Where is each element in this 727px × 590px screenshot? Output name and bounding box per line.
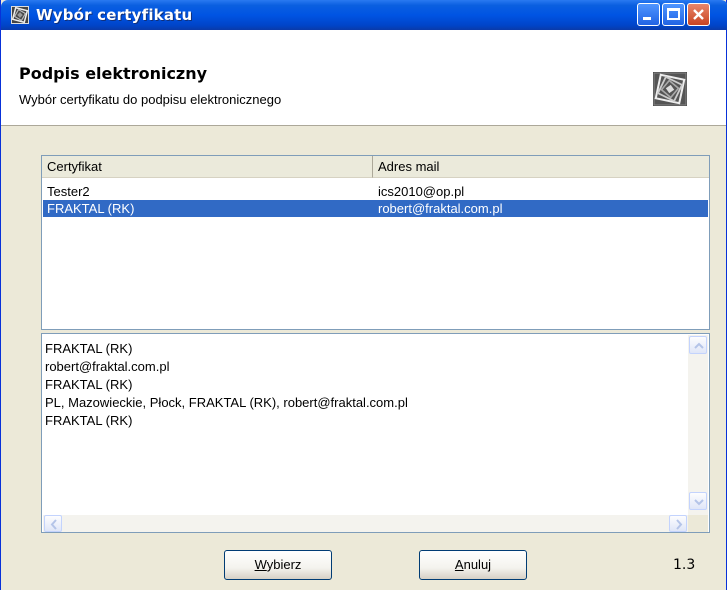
certificate-name: FRAKTAL (RK) [47,201,135,216]
list-row-selected[interactable]: FRAKTAL (RK) robert@fraktal.com.pl [43,200,708,217]
cancel-button[interactable]: Anuluj [419,550,527,580]
select-button[interactable]: Wybierz [224,550,332,580]
header-title: Podpis elektroniczny [19,64,208,83]
certificate-list[interactable]: Certyfikat Adres mail Tester2 ics2010@op… [41,155,710,330]
details-line: FRAKTAL (RK) [45,413,133,428]
app-icon [11,6,29,24]
cancel-button-mnemonic: A [454,557,464,572]
maximize-button[interactable] [662,3,685,26]
version-label: 1.3 [673,557,696,573]
certificate-details[interactable]: FRAKTAL (RK) robert@fraktal.com.pl FRAKT… [41,333,710,533]
select-button-mnemonic: W [254,557,267,572]
vertical-scrollbar[interactable] [688,335,708,515]
details-text: FRAKTAL (RK) robert@fraktal.com.pl FRAKT… [45,340,408,430]
minimize-button[interactable] [637,3,660,26]
details-line: robert@fraktal.com.pl [45,359,170,374]
details-line: FRAKTAL (RK) [45,377,133,392]
column-header-certificate[interactable]: Certyfikat [42,156,373,178]
fractal-logo-icon [653,72,687,106]
details-line: FRAKTAL (RK) [45,341,133,356]
window-title: Wybór certyfikatu [36,6,193,24]
dialog-header: Podpis elektroniczny Wybór certyfikatu d… [1,30,726,126]
scroll-right-button[interactable] [669,515,687,532]
cancel-button-label: nuluj [463,557,492,572]
title-bar[interactable]: Wybór certyfikatu [1,0,727,30]
certificate-email: ics2010@op.pl [378,184,465,199]
chevron-up-icon [694,342,704,349]
certificate-email: robert@fraktal.com.pl [378,201,503,216]
scroll-up-button[interactable] [689,336,707,354]
minimize-icon [643,17,651,20]
header-subtitle: Wybór certyfikatu do podpisu elektronicz… [19,92,282,107]
select-button-label: ybierz [266,557,302,572]
chevron-down-icon [694,499,704,506]
chevron-left-icon [50,519,57,530]
scroll-left-button[interactable] [44,515,62,532]
maximize-icon [667,8,680,20]
scroll-down-button[interactable] [689,492,707,510]
chevron-right-icon [676,519,683,530]
scrollbar-corner [688,515,708,532]
horizontal-scrollbar[interactable] [43,515,688,532]
column-header-email[interactable]: Adres mail [373,156,709,178]
certificate-name: Tester2 [47,184,90,199]
close-icon [693,9,704,20]
close-button[interactable] [687,3,710,26]
dialog-window: Wybór certyfikatu Podpis elektroniczny W… [0,0,727,590]
list-row[interactable]: Tester2 ics2010@op.pl [43,183,708,200]
details-line: PL, Mazowieckie, Płock, FRAKTAL (RK), ro… [45,395,408,410]
